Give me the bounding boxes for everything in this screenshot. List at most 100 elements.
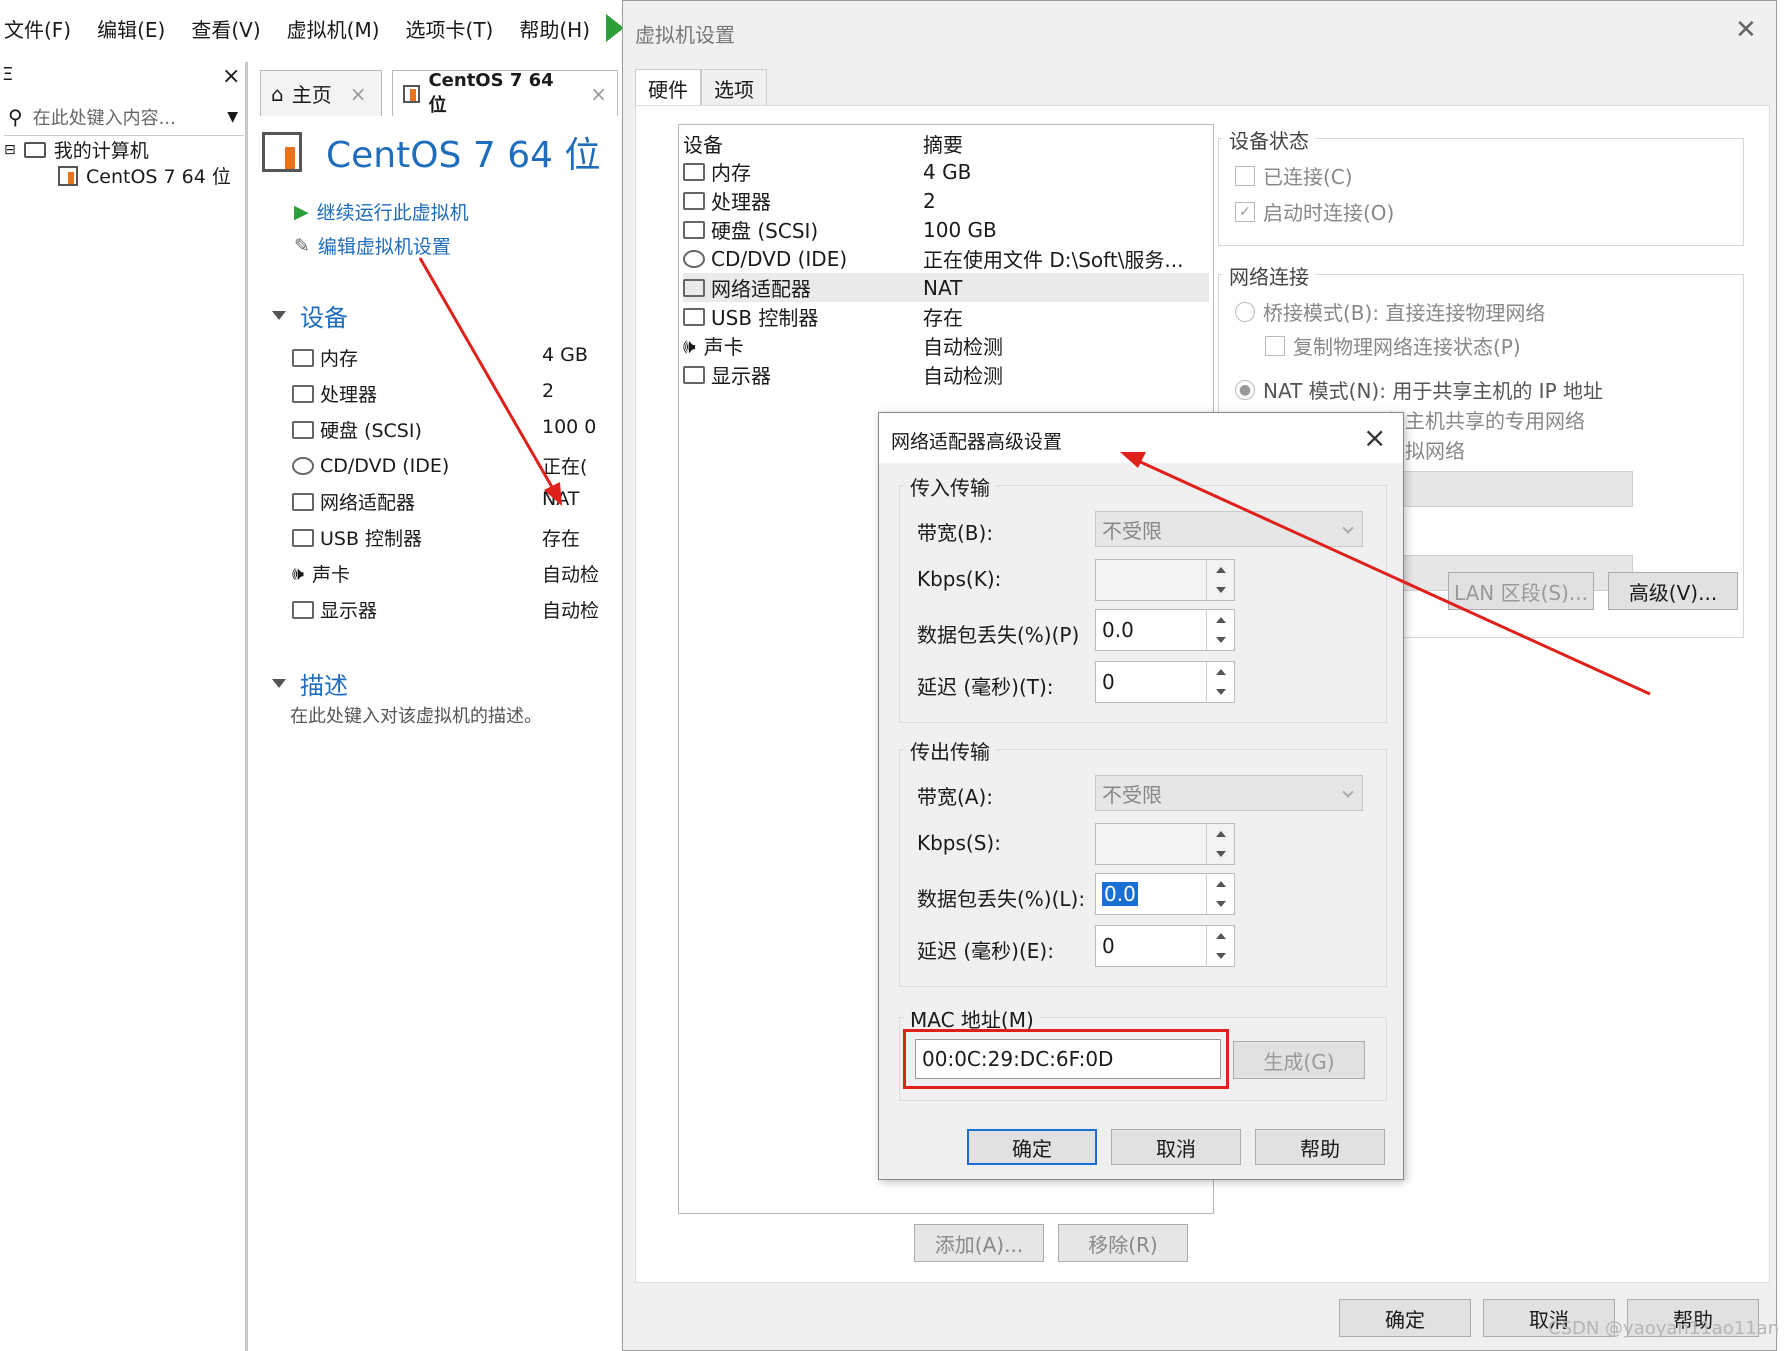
device-value: 2 [542, 380, 555, 402]
library-search[interactable]: ⚲ 在此处键入内容... ▼ [4, 98, 244, 136]
lan-segment-button[interactable]: LAN 区段(S)... [1448, 572, 1594, 610]
menu-help[interactable]: 帮助(H) [519, 14, 590, 43]
device-summary: 100 GB [923, 217, 997, 242]
ok-button[interactable]: 确定 [967, 1129, 1097, 1165]
spin-arrows-icon[interactable] [1206, 874, 1234, 914]
spin-arrows-icon[interactable] [1206, 662, 1234, 702]
device-row[interactable]: USB 控制器 存在 [292, 524, 622, 551]
usb-icon [292, 528, 314, 547]
menu-tabs[interactable]: 选项卡(T) [406, 14, 494, 43]
menu-file[interactable]: 文件(F) [4, 14, 71, 43]
menu-view[interactable]: 查看(V) [191, 14, 260, 43]
spinner-value: 0.0 [1102, 618, 1134, 642]
device-name: 显示器 [711, 364, 771, 388]
close-icon[interactable]: × [590, 82, 607, 106]
device-row[interactable]: 网络适配器 NAT [292, 488, 622, 515]
nat-radio[interactable]: ● NAT 模式(N): 用于共享主机的 IP 地址 [1235, 375, 1603, 404]
play-icon: ▶ [294, 200, 309, 223]
edit-vm-settings-link[interactable]: ✎ 编辑虚拟机设置 [294, 232, 451, 259]
spin-arrows-icon[interactable] [1206, 560, 1234, 600]
tab-options[interactable]: 选项 [701, 69, 767, 107]
device-list-item-selected[interactable]: 网络适配器 NAT [683, 273, 1209, 302]
link-label: 继续运行此虚拟机 [316, 202, 469, 224]
device-name: 内存 [711, 161, 751, 185]
dialog-title: 网络适配器高级设置 [891, 431, 1063, 453]
close-icon[interactable]: × [350, 82, 367, 106]
device-summary: NAT [923, 275, 963, 300]
device-row[interactable]: 硬盘 (SCSI) 100 0 [292, 416, 622, 443]
device-row[interactable]: 处理器 2 [292, 380, 622, 407]
vm-title-text: CentOS 7 64 位 [326, 135, 601, 176]
connected-checkbox[interactable]: 已连接(C) [1235, 161, 1353, 190]
menu-bar: 文件(F) 编辑(E) 查看(V) 虚拟机(M) 选项卡(T) 帮助(H) [0, 0, 620, 56]
spin-arrows-icon[interactable] [1206, 610, 1234, 650]
device-summary: 存在 [923, 306, 963, 330]
in-kbps-spinner[interactable] [1095, 559, 1235, 601]
device-list-item[interactable]: 显示器 自动检测 [683, 360, 1209, 389]
out-kbps-spinner[interactable] [1095, 823, 1235, 865]
device-list-item[interactable]: 内存 4 GB [683, 157, 1209, 186]
generate-mac-button[interactable]: 生成(G) [1233, 1041, 1365, 1079]
device-value: 100 0 [542, 416, 597, 438]
device-value: NAT [542, 488, 580, 510]
advanced-button[interactable]: 高级(V)... [1608, 572, 1738, 610]
spin-arrows-icon[interactable] [1206, 926, 1234, 966]
description-text[interactable]: 在此处键入对该虚拟机的描述。 [290, 702, 542, 728]
tab-label: CentOS 7 64 位 [428, 70, 554, 116]
device-row[interactable]: 内存 4 GB [292, 344, 622, 371]
device-name: USB 控制器 [711, 306, 819, 330]
cpu-icon [683, 191, 705, 210]
in-bandwidth-select[interactable]: 不受限 [1095, 511, 1363, 547]
out-loss-label: 数据包丢失(%)(L): [917, 887, 1086, 911]
remove-device-button[interactable]: 移除(R) [1058, 1224, 1188, 1262]
menu-edit[interactable]: 编辑(E) [97, 14, 165, 43]
tab-home[interactable]: ⌂ 主页 × [260, 70, 382, 116]
chevron-down-icon[interactable]: ▼ [227, 109, 238, 125]
device-summary: 自动检测 [923, 335, 1003, 359]
device-row[interactable]: CD/DVD (IDE) 正在( [292, 452, 622, 479]
search-input[interactable]: 在此处键入内容... [33, 104, 176, 130]
device-name: USB 控制器 [320, 528, 423, 550]
out-loss-spinner[interactable]: 0.0 [1095, 873, 1235, 915]
close-icon[interactable]: × [222, 64, 240, 89]
in-latency-spinner[interactable]: 0 [1095, 661, 1235, 703]
device-list-item[interactable]: 硬盘 (SCSI) 100 GB [683, 215, 1209, 244]
device-name: 显示器 [320, 600, 378, 622]
hostonly-radio[interactable]: 与主机共享的专用网络 [1385, 405, 1585, 434]
close-icon[interactable]: × [1363, 421, 1386, 454]
custom-network-select[interactable] [1385, 471, 1633, 507]
help-button[interactable]: 帮助 [1255, 1129, 1385, 1165]
bridged-radio[interactable]: 桥接模式(B): 直接连接物理网络 [1235, 297, 1545, 326]
devices-section-header[interactable]: 设备 [272, 298, 348, 333]
tree-item-my-computer[interactable]: ⊟ 我的计算机 [4, 136, 149, 163]
group-title: 传入传输 [904, 472, 996, 501]
device-summary: 自动检测 [923, 364, 1003, 388]
device-row[interactable]: 显示器 自动检 [292, 596, 622, 623]
tree-item-centos[interactable]: CentOS 7 64 位 [58, 162, 231, 189]
close-icon[interactable]: ✕ [1735, 15, 1757, 45]
collapse-icon[interactable]: ⊟ [4, 142, 16, 158]
device-list-item[interactable]: CD/DVD (IDE) 正在使用文件 D:\Soft\服务... [683, 244, 1209, 273]
connect-on-start-checkbox[interactable]: ✓ 启动时连接(O) [1235, 197, 1394, 226]
tab-hardware[interactable]: 硬件 [635, 69, 701, 107]
in-kbps-label: Kbps(K): [917, 567, 1002, 591]
description-section-header[interactable]: 描述 [272, 666, 348, 701]
monitor-icon [683, 365, 705, 384]
device-name: 网络适配器 [711, 277, 811, 301]
out-latency-spinner[interactable]: 0 [1095, 925, 1235, 967]
run-vm-link[interactable]: ▶ 继续运行此虚拟机 [294, 198, 469, 225]
menu-vm[interactable]: 虚拟机(M) [287, 14, 380, 43]
cancel-button[interactable]: 取消 [1111, 1129, 1241, 1165]
add-device-button[interactable]: 添加(A)... [914, 1224, 1044, 1262]
out-bandwidth-select[interactable]: 不受限 [1095, 775, 1363, 811]
device-row[interactable]: 🕪 声卡 自动检 [292, 560, 622, 587]
tab-centos[interactable]: CentOS 7 64 位 × [392, 70, 618, 116]
ok-button[interactable]: 确定 [1339, 1299, 1471, 1337]
in-loss-spinner[interactable]: 0.0 [1095, 609, 1235, 651]
device-list-item[interactable]: 处理器 2 [683, 186, 1209, 215]
replicate-state-checkbox[interactable]: 复制物理网络连接状态(P) [1265, 331, 1521, 360]
spin-arrows-icon[interactable] [1206, 824, 1234, 864]
device-list-item[interactable]: USB 控制器 存在 [683, 302, 1209, 331]
device-list-item[interactable]: 🕪 声卡 自动检测 [683, 331, 1209, 360]
sidebar-menu-icon[interactable]: Ξ [2, 64, 13, 85]
